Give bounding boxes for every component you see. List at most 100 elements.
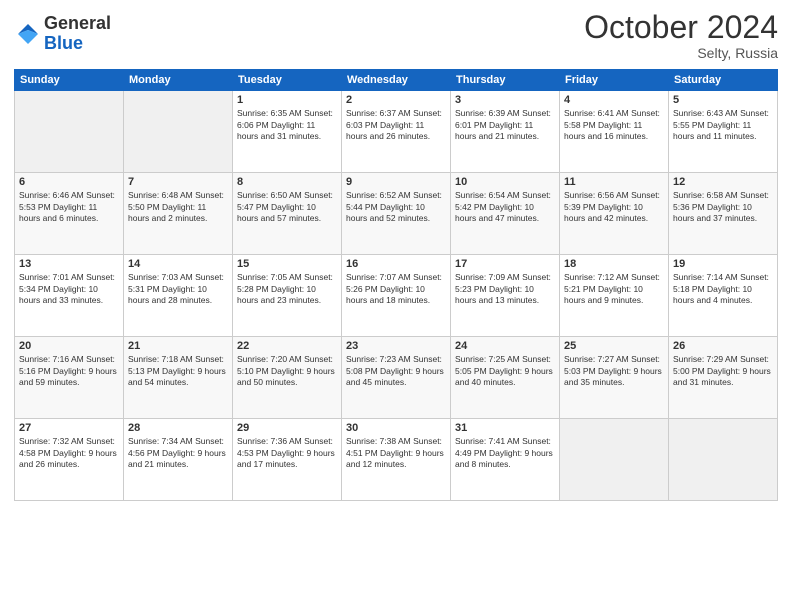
day-info: Sunrise: 7:23 AM Sunset: 5:08 PM Dayligh… xyxy=(346,354,446,388)
calendar-cell xyxy=(669,419,778,501)
day-number: 1 xyxy=(237,94,337,106)
day-info: Sunrise: 7:18 AM Sunset: 5:13 PM Dayligh… xyxy=(128,354,228,388)
day-info: Sunrise: 7:25 AM Sunset: 5:05 PM Dayligh… xyxy=(455,354,555,388)
day-info: Sunrise: 7:12 AM Sunset: 5:21 PM Dayligh… xyxy=(564,272,664,306)
calendar-cell: 21 Sunrise: 7:18 AM Sunset: 5:13 PM Dayli… xyxy=(124,337,233,419)
day-number: 9 xyxy=(346,176,446,188)
day-info: Sunrise: 7:34 AM Sunset: 4:56 PM Dayligh… xyxy=(128,436,228,470)
day-info: Sunrise: 6:37 AM Sunset: 6:03 PM Dayligh… xyxy=(346,108,446,142)
calendar-cell: 11 Sunrise: 6:56 AM Sunset: 5:39 PM Dayli… xyxy=(560,173,669,255)
day-number: 6 xyxy=(19,176,119,188)
day-number: 16 xyxy=(346,258,446,270)
day-number: 25 xyxy=(564,340,664,352)
day-number: 29 xyxy=(237,422,337,434)
day-info: Sunrise: 6:43 AM Sunset: 5:55 PM Dayligh… xyxy=(673,108,773,142)
day-number: 17 xyxy=(455,258,555,270)
day-number: 27 xyxy=(19,422,119,434)
day-number: 12 xyxy=(673,176,773,188)
day-info: Sunrise: 6:39 AM Sunset: 6:01 PM Dayligh… xyxy=(455,108,555,142)
calendar-cell: 29 Sunrise: 7:36 AM Sunset: 4:53 PM Dayli… xyxy=(233,419,342,501)
calendar-cell: 24 Sunrise: 7:25 AM Sunset: 5:05 PM Dayli… xyxy=(451,337,560,419)
logo-text-general: General xyxy=(44,14,111,34)
day-info: Sunrise: 7:01 AM Sunset: 5:34 PM Dayligh… xyxy=(19,272,119,306)
day-number: 19 xyxy=(673,258,773,270)
day-number: 28 xyxy=(128,422,228,434)
calendar-cell xyxy=(560,419,669,501)
calendar-cell: 8 Sunrise: 6:50 AM Sunset: 5:47 PM Daylig… xyxy=(233,173,342,255)
day-info: Sunrise: 6:48 AM Sunset: 5:50 PM Dayligh… xyxy=(128,190,228,224)
day-number: 26 xyxy=(673,340,773,352)
title-block: October 2024 Selty, Russia xyxy=(584,10,778,61)
calendar-cell: 26 Sunrise: 7:29 AM Sunset: 5:00 PM Dayli… xyxy=(669,337,778,419)
calendar-cell: 9 Sunrise: 6:52 AM Sunset: 5:44 PM Daylig… xyxy=(342,173,451,255)
logo: General Blue xyxy=(14,14,111,54)
day-number: 7 xyxy=(128,176,228,188)
calendar-cell: 28 Sunrise: 7:34 AM Sunset: 4:56 PM Dayli… xyxy=(124,419,233,501)
calendar-cell: 22 Sunrise: 7:20 AM Sunset: 5:10 PM Dayli… xyxy=(233,337,342,419)
col-saturday: Saturday xyxy=(669,70,778,91)
calendar-cell: 14 Sunrise: 7:03 AM Sunset: 5:31 PM Dayli… xyxy=(124,255,233,337)
col-sunday: Sunday xyxy=(15,70,124,91)
col-thursday: Thursday xyxy=(451,70,560,91)
calendar-week-row: 6 Sunrise: 6:46 AM Sunset: 5:53 PM Daylig… xyxy=(15,173,778,255)
day-info: Sunrise: 7:03 AM Sunset: 5:31 PM Dayligh… xyxy=(128,272,228,306)
day-number: 30 xyxy=(346,422,446,434)
day-number: 22 xyxy=(237,340,337,352)
col-wednesday: Wednesday xyxy=(342,70,451,91)
day-info: Sunrise: 6:50 AM Sunset: 5:47 PM Dayligh… xyxy=(237,190,337,224)
calendar-cell: 18 Sunrise: 7:12 AM Sunset: 5:21 PM Dayli… xyxy=(560,255,669,337)
day-number: 31 xyxy=(455,422,555,434)
day-number: 15 xyxy=(237,258,337,270)
day-info: Sunrise: 6:56 AM Sunset: 5:39 PM Dayligh… xyxy=(564,190,664,224)
calendar-cell: 23Sunrise: 7:23 AM Sunset: 5:08 PM Dayli… xyxy=(342,337,451,419)
calendar-table: Sunday Monday Tuesday Wednesday Thursday… xyxy=(14,69,778,501)
header: General Blue October 2024 Selty, Russia xyxy=(14,10,778,61)
month-title: October 2024 xyxy=(584,10,778,45)
day-info: Sunrise: 7:29 AM Sunset: 5:00 PM Dayligh… xyxy=(673,354,773,388)
day-info: Sunrise: 6:35 AM Sunset: 6:06 PM Dayligh… xyxy=(237,108,337,142)
calendar-header-row: Sunday Monday Tuesday Wednesday Thursday… xyxy=(15,70,778,91)
calendar-cell: 5Sunrise: 6:43 AM Sunset: 5:55 PM Daylig… xyxy=(669,91,778,173)
calendar-cell: 19 Sunrise: 7:14 AM Sunset: 5:18 PM Dayli… xyxy=(669,255,778,337)
calendar-cell: 15Sunrise: 7:05 AM Sunset: 5:28 PM Dayli… xyxy=(233,255,342,337)
calendar-cell: 4 Sunrise: 6:41 AM Sunset: 5:58 PM Daylig… xyxy=(560,91,669,173)
page: General Blue October 2024 Selty, Russia … xyxy=(0,0,792,612)
day-number: 11 xyxy=(564,176,664,188)
logo-text-blue: Blue xyxy=(44,34,111,54)
day-number: 4 xyxy=(564,94,664,106)
day-number: 18 xyxy=(564,258,664,270)
day-info: Sunrise: 7:36 AM Sunset: 4:53 PM Dayligh… xyxy=(237,436,337,470)
calendar-cell: 30Sunrise: 7:38 AM Sunset: 4:51 PM Dayli… xyxy=(342,419,451,501)
calendar-cell: 25 Sunrise: 7:27 AM Sunset: 5:03 PM Dayli… xyxy=(560,337,669,419)
calendar-cell: 2 Sunrise: 6:37 AM Sunset: 6:03 PM Daylig… xyxy=(342,91,451,173)
location-subtitle: Selty, Russia xyxy=(584,45,778,61)
day-info: Sunrise: 7:14 AM Sunset: 5:18 PM Dayligh… xyxy=(673,272,773,306)
day-info: Sunrise: 7:20 AM Sunset: 5:10 PM Dayligh… xyxy=(237,354,337,388)
day-number: 24 xyxy=(455,340,555,352)
calendar-week-row: 20Sunrise: 7:16 AM Sunset: 5:16 PM Dayli… xyxy=(15,337,778,419)
calendar-cell: 20Sunrise: 7:16 AM Sunset: 5:16 PM Dayli… xyxy=(15,337,124,419)
day-info: Sunrise: 6:54 AM Sunset: 5:42 PM Dayligh… xyxy=(455,190,555,224)
day-info: Sunrise: 6:46 AM Sunset: 5:53 PM Dayligh… xyxy=(19,190,119,224)
calendar-cell: 13Sunrise: 7:01 AM Sunset: 5:34 PM Dayli… xyxy=(15,255,124,337)
day-info: Sunrise: 7:32 AM Sunset: 4:58 PM Dayligh… xyxy=(19,436,119,470)
col-friday: Friday xyxy=(560,70,669,91)
day-number: 21 xyxy=(128,340,228,352)
calendar-cell: 7 Sunrise: 6:48 AM Sunset: 5:50 PM Daylig… xyxy=(124,173,233,255)
logo-icon xyxy=(14,20,42,48)
day-number: 8 xyxy=(237,176,337,188)
day-info: Sunrise: 7:27 AM Sunset: 5:03 PM Dayligh… xyxy=(564,354,664,388)
day-number: 14 xyxy=(128,258,228,270)
day-number: 10 xyxy=(455,176,555,188)
calendar-week-row: 13Sunrise: 7:01 AM Sunset: 5:34 PM Dayli… xyxy=(15,255,778,337)
calendar-cell: 6 Sunrise: 6:46 AM Sunset: 5:53 PM Daylig… xyxy=(15,173,124,255)
calendar-cell: 1 Sunrise: 6:35 AM Sunset: 6:06 PM Daylig… xyxy=(233,91,342,173)
calendar-cell: 27 Sunrise: 7:32 AM Sunset: 4:58 PM Dayli… xyxy=(15,419,124,501)
day-info: Sunrise: 7:09 AM Sunset: 5:23 PM Dayligh… xyxy=(455,272,555,306)
day-info: Sunrise: 6:41 AM Sunset: 5:58 PM Dayligh… xyxy=(564,108,664,142)
day-info: Sunrise: 7:41 AM Sunset: 4:49 PM Dayligh… xyxy=(455,436,555,470)
day-number: 20 xyxy=(19,340,119,352)
day-info: Sunrise: 6:52 AM Sunset: 5:44 PM Dayligh… xyxy=(346,190,446,224)
calendar-cell xyxy=(124,91,233,173)
day-number: 2 xyxy=(346,94,446,106)
